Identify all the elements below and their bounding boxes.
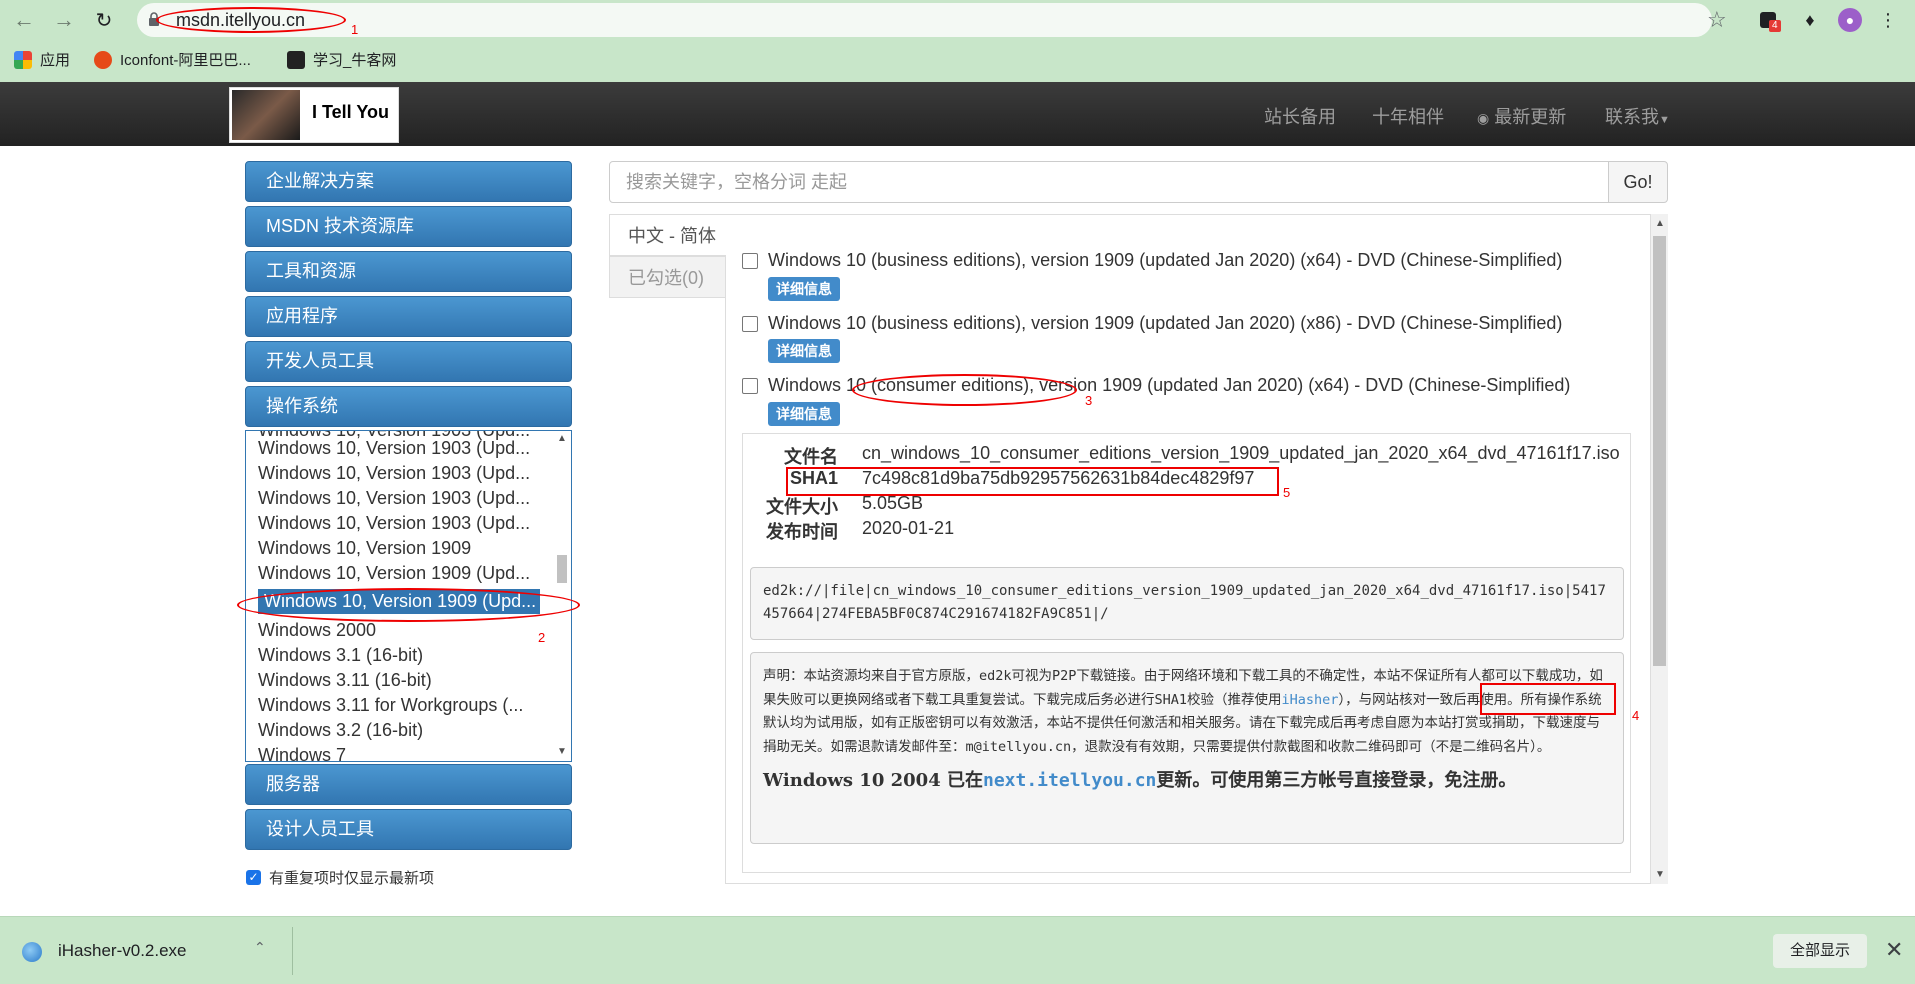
reload-icon[interactable]: ↻ (90, 6, 118, 34)
annotation-number: 1 (351, 22, 359, 37)
notice-box: 声明：本站资源均来自于官方原版，ed2k可视为P2P下载链接。由于网络环境和下载… (750, 652, 1624, 844)
scroll-up-icon[interactable]: ▲ (1655, 218, 1665, 229)
filename-label: 文件名 (784, 447, 838, 467)
annotation-ellipse-url (156, 7, 346, 33)
menu-server[interactable]: 服务器 (245, 764, 572, 805)
date-value: 2020-01-21 (862, 518, 955, 538)
entry-checkbox[interactable] (742, 253, 758, 269)
annotation-number: 3 (1085, 393, 1093, 408)
annotation-ellipse-consumer (852, 374, 1077, 406)
date-label: 发布时间 (766, 522, 838, 542)
download-bar: iHasher-v0.2.exe ⌃ 全部显示 ✕ (0, 916, 1915, 984)
logo-photo (232, 90, 300, 140)
back-icon[interactable]: ← (10, 6, 38, 34)
bookmark-apps[interactable]: 应用 (14, 49, 70, 70)
os-item[interactable]: Windows 10, Version 1903 (Upd... (258, 488, 548, 509)
scroll-down-icon[interactable]: ▼ (557, 746, 567, 757)
menu-designer[interactable]: 设计人员工具 (245, 809, 572, 850)
search-input[interactable]: 搜索关键字，空格分词 走起 (609, 161, 1609, 203)
download-filename[interactable]: iHasher-v0.2.exe (58, 941, 187, 961)
menu-enterprise[interactable]: 企业解决方案 (245, 161, 572, 202)
detail-button[interactable]: 详细信息 (768, 402, 840, 426)
caret-down-icon: ▼ (1659, 114, 1670, 126)
bookmark-nowcoder[interactable]: 学习_牛客网 (287, 49, 396, 70)
iconfont-icon (94, 50, 112, 69)
detail-button[interactable]: 详细信息 (768, 339, 840, 363)
size-label: 文件大小 (766, 497, 838, 517)
os-item[interactable]: Windows 3.11 for Workgroups (... (258, 695, 548, 716)
show-all-button[interactable]: 全部显示 (1773, 934, 1867, 968)
os-item[interactable]: Windows 10, Version 1903 (Upd... (258, 513, 548, 534)
nav-contact[interactable]: 联系我▼ (1605, 103, 1670, 129)
tab-selected[interactable]: 已勾选(0) (609, 256, 726, 298)
os-item[interactable]: Windows 3.2 (16-bit) (258, 720, 548, 741)
nowcoder-icon (287, 50, 305, 69)
chevron-up-icon[interactable]: ⌃ (254, 939, 266, 956)
extension-icon[interactable]: 4 (1756, 8, 1781, 32)
scroll-down-icon[interactable]: ▼ (1655, 869, 1665, 880)
divider (292, 927, 293, 975)
forward-icon[interactable]: → (50, 6, 78, 34)
bookmark-star-icon[interactable]: ☆ (1707, 7, 1727, 33)
exe-file-icon (22, 942, 42, 962)
os-item[interactable]: Windows 10, Version 1909 (Upd... (258, 563, 548, 584)
detail-button[interactable]: 详细信息 (768, 277, 840, 301)
entry-title[interactable]: Windows 10 (business editions), version … (768, 313, 1562, 334)
tab-chinese-simplified[interactable]: 中文 - 简体 (609, 214, 726, 256)
latest-only-row[interactable]: ✓ 有重复项时仅显示最新项 (246, 867, 434, 888)
os-item[interactable]: Windows 10, Version 1903 (Upd... (258, 438, 548, 459)
os-item[interactable]: Windows 2000 (258, 620, 548, 641)
site-logo[interactable]: I Tell You (229, 87, 399, 143)
latest-only-checkbox[interactable]: ✓ (246, 870, 261, 885)
scroll-thumb[interactable] (557, 555, 567, 583)
content-scrollbar[interactable]: ▲ ▼ (1651, 214, 1668, 884)
annotation-ellipse-os (237, 588, 580, 622)
nav-ten-years[interactable]: 十年相伴 (1372, 103, 1444, 129)
bookmarks-bar: 应用 Iconfont-阿里巴巴... 学习_牛客网 (0, 44, 1915, 74)
size-value: 5.05GB (862, 493, 924, 513)
bookmark-iconfont[interactable]: Iconfont-阿里巴巴... (94, 49, 251, 70)
ihasher-link[interactable]: iHasher (1282, 692, 1339, 708)
annotation-number: 4 (1632, 708, 1640, 723)
language-tabs: 中文 - 简体 已勾选(0) (609, 214, 726, 884)
puzzle-icon[interactable]: ♦ (1798, 8, 1822, 32)
notice-big: Windows 10 2004 已在next.itellyou.cn更新。可使用… (763, 770, 1517, 791)
nav-latest[interactable]: ◉ 最新更新 (1477, 103, 1566, 129)
menu-msdn[interactable]: MSDN 技术资源库 (245, 206, 572, 247)
os-item[interactable]: Windows 3.1 (16-bit) (258, 645, 548, 666)
next-site-link[interactable]: next.itellyou.cn (983, 770, 1156, 791)
profile-avatar[interactable]: ● (1838, 8, 1862, 32)
os-item[interactable]: Windows 3.11 (16-bit) (258, 670, 548, 691)
nav-backup[interactable]: 站长备用 (1264, 103, 1336, 129)
address-bar[interactable] (137, 3, 1712, 37)
menu-dots-icon[interactable]: ⋮ (1876, 8, 1900, 32)
annotation-rect-ihasher (1480, 683, 1616, 715)
annotation-number: 5 (1283, 485, 1291, 500)
filename-value: cn_windows_10_consumer_editions_version_… (862, 443, 1620, 463)
scroll-thumb[interactable] (1653, 236, 1666, 666)
apps-grid-icon (14, 50, 32, 69)
menu-devtools[interactable]: 开发人员工具 (245, 341, 572, 382)
go-button[interactable]: Go! (1608, 161, 1668, 203)
entry-checkbox[interactable] (742, 316, 758, 332)
entry-title[interactable]: Windows 10 (business editions), version … (768, 250, 1562, 271)
os-item[interactable]: Windows 7 (258, 745, 548, 761)
os-item[interactable]: Windows 10, Version 1903 (Upd... (258, 463, 548, 484)
close-icon[interactable]: ✕ (1885, 937, 1903, 963)
menu-tools[interactable]: 工具和资源 (245, 251, 572, 292)
menu-os[interactable]: 操作系统 (245, 386, 572, 427)
entry-checkbox[interactable] (742, 378, 758, 394)
extension-badge: 4 (1769, 20, 1781, 32)
rss-icon: ◉ (1477, 110, 1490, 126)
annotation-number: 2 (538, 630, 546, 645)
os-item[interactable]: Windows 10, Version 1909 (258, 538, 548, 559)
scroll-up-icon[interactable]: ▲ (557, 433, 567, 444)
annotation-rect-sha1 (786, 467, 1279, 496)
menu-apps[interactable]: 应用程序 (245, 296, 572, 337)
ed2k-link-box[interactable]: ed2k://|file|cn_windows_10_consumer_edit… (750, 567, 1624, 640)
